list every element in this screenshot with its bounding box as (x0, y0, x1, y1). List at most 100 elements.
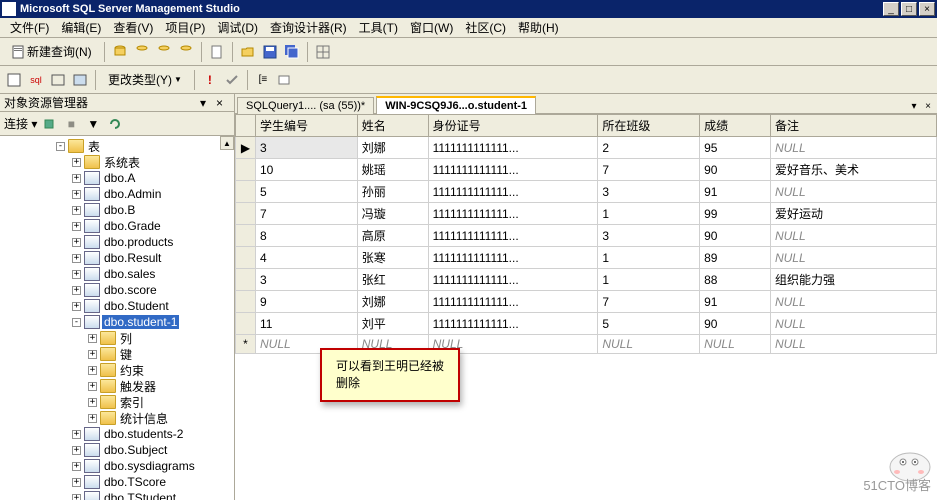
db-icon4-button[interactable] (176, 42, 196, 62)
tree-index[interactable]: 索引 (118, 394, 146, 411)
tree-tscore[interactable]: dbo.TScore (102, 475, 168, 489)
expand-icon[interactable]: + (72, 222, 81, 231)
tab-student1[interactable]: WIN-9CSQ9J6...o.student-1 (376, 96, 536, 114)
tree-subject[interactable]: dbo.Subject (102, 443, 169, 457)
col-remark[interactable]: 备注 (770, 115, 936, 137)
expand-icon[interactable]: + (72, 430, 81, 439)
cell-idcard[interactable]: 1111111111111... (428, 225, 598, 247)
sql-button[interactable]: sql (26, 70, 46, 90)
cell-name[interactable]: 高原 (357, 225, 428, 247)
connect-button[interactable]: 连接 ▾ (4, 115, 37, 132)
tab-close-icon[interactable]: × (921, 99, 935, 113)
table-row[interactable]: 8高原1111111111111...390NULL (236, 225, 937, 247)
cell-id[interactable]: 8 (256, 225, 358, 247)
tree-stat[interactable]: 统计信息 (118, 410, 170, 427)
row-header[interactable] (236, 269, 256, 291)
cell-id[interactable]: 7 (256, 203, 358, 225)
cell-idcard[interactable]: 1111111111111... (428, 291, 598, 313)
cell-remark[interactable]: NULL (770, 313, 936, 335)
cell-id[interactable]: 4 (256, 247, 358, 269)
maximize-button[interactable]: □ (901, 2, 917, 16)
expand-icon[interactable]: + (72, 478, 81, 487)
menu-edit[interactable]: 编辑(E) (55, 17, 107, 38)
expand-icon[interactable]: + (72, 174, 81, 183)
cell-name[interactable]: 刘娜 (357, 291, 428, 313)
expand-icon[interactable]: + (72, 270, 81, 279)
refresh-icon[interactable] (105, 114, 125, 134)
col-id[interactable]: 学生编号 (256, 115, 358, 137)
sep-icon[interactable]: ■ (61, 114, 81, 134)
row-header[interactable] (236, 159, 256, 181)
cell-name[interactable]: 姚瑶 (357, 159, 428, 181)
tree-admin[interactable]: dbo.Admin (102, 187, 163, 201)
cell-remark[interactable]: NULL (770, 291, 936, 313)
saveall-button[interactable] (282, 42, 302, 62)
table-row[interactable]: 4张寒1111111111111...189NULL (236, 247, 937, 269)
addtable-button[interactable] (275, 70, 295, 90)
tbl-button[interactable] (4, 70, 24, 90)
table-row[interactable]: 10姚瑶1111111111111...790爱好音乐、美术 (236, 159, 937, 181)
tree-sysdiagrams[interactable]: dbo.sysdiagrams (102, 459, 197, 473)
tree-tables[interactable]: 表 (86, 138, 102, 155)
tree-score[interactable]: dbo.score (102, 283, 159, 297)
cell-name[interactable]: 冯璇 (357, 203, 428, 225)
cell-id[interactable]: 10 (256, 159, 358, 181)
plug-icon[interactable] (39, 114, 59, 134)
tree-systables[interactable]: 系统表 (102, 154, 142, 171)
tree-result[interactable]: dbo.Result (102, 251, 163, 265)
row-header[interactable] (236, 313, 256, 335)
col-idcard[interactable]: 身份证号 (428, 115, 598, 137)
db-icon-button[interactable] (110, 42, 130, 62)
tree-grade[interactable]: dbo.Grade (102, 219, 163, 233)
menu-project[interactable]: 项目(P) (159, 17, 211, 38)
open-button[interactable] (238, 42, 258, 62)
close-button[interactable]: × (919, 2, 935, 16)
expand-icon[interactable]: + (72, 462, 81, 471)
expand-icon[interactable]: + (72, 286, 81, 295)
expand-icon[interactable]: + (72, 302, 81, 311)
tab-sqlquery[interactable]: SQLQuery1.... (sa (55))* (237, 97, 374, 114)
scroll-up-button[interactable]: ▲ (220, 136, 234, 150)
tree-a[interactable]: dbo.A (102, 171, 137, 185)
row-header[interactable] (236, 291, 256, 313)
row-header[interactable] (236, 181, 256, 203)
expand-icon[interactable]: + (72, 238, 81, 247)
menu-view[interactable]: 查看(V) (107, 17, 159, 38)
close-icon[interactable]: × (216, 96, 230, 110)
change-type-button[interactable]: 更改类型(Y) ▼ (101, 68, 189, 91)
cell-name[interactable]: 刘平 (357, 313, 428, 335)
menu-window[interactable]: 窗口(W) (404, 17, 459, 38)
cell-name[interactable]: 张红 (357, 269, 428, 291)
db-icon2-button[interactable] (132, 42, 152, 62)
new-query-button[interactable]: 新建查询(N) (4, 40, 99, 63)
cell-score[interactable]: 90 (700, 313, 771, 335)
cell-score[interactable]: 88 (700, 269, 771, 291)
db-icon3-button[interactable] (154, 42, 174, 62)
tree-key[interactable]: 键 (118, 346, 134, 363)
menu-debug[interactable]: 调试(D) (211, 17, 264, 38)
cell-name[interactable]: 刘娜 (357, 137, 428, 159)
cell-score[interactable]: 91 (700, 181, 771, 203)
expand-icon[interactable]: + (72, 494, 81, 500)
cell-remark[interactable]: 爱好运动 (770, 203, 936, 225)
cell-class[interactable]: 7 (598, 291, 700, 313)
data-grid[interactable]: 学生编号 姓名 身份证号 所在班级 成绩 备注 ▶3刘娜111111111111… (235, 114, 937, 500)
expand-icon[interactable]: + (72, 158, 81, 167)
cell-class[interactable]: 2 (598, 137, 700, 159)
col-name[interactable]: 姓名 (357, 115, 428, 137)
collapse-icon[interactable]: - (72, 318, 81, 327)
tree-trigger[interactable]: 触发器 (118, 378, 158, 395)
menu-help[interactable]: 帮助(H) (512, 17, 565, 38)
tree-b[interactable]: dbo.B (102, 203, 137, 217)
cell-id[interactable]: 9 (256, 291, 358, 313)
expand-icon[interactable]: + (88, 334, 97, 343)
row-header[interactable] (236, 247, 256, 269)
cell-class[interactable]: 1 (598, 247, 700, 269)
menu-designer[interactable]: 查询设计器(R) (264, 17, 353, 38)
cell-idcard[interactable]: 1111111111111... (428, 159, 598, 181)
minimize-button[interactable]: _ (883, 2, 899, 16)
tree-constraint[interactable]: 约束 (118, 362, 146, 379)
cell-id[interactable]: 11 (256, 313, 358, 335)
cell-class[interactable]: 3 (598, 181, 700, 203)
cell-class[interactable]: 5 (598, 313, 700, 335)
